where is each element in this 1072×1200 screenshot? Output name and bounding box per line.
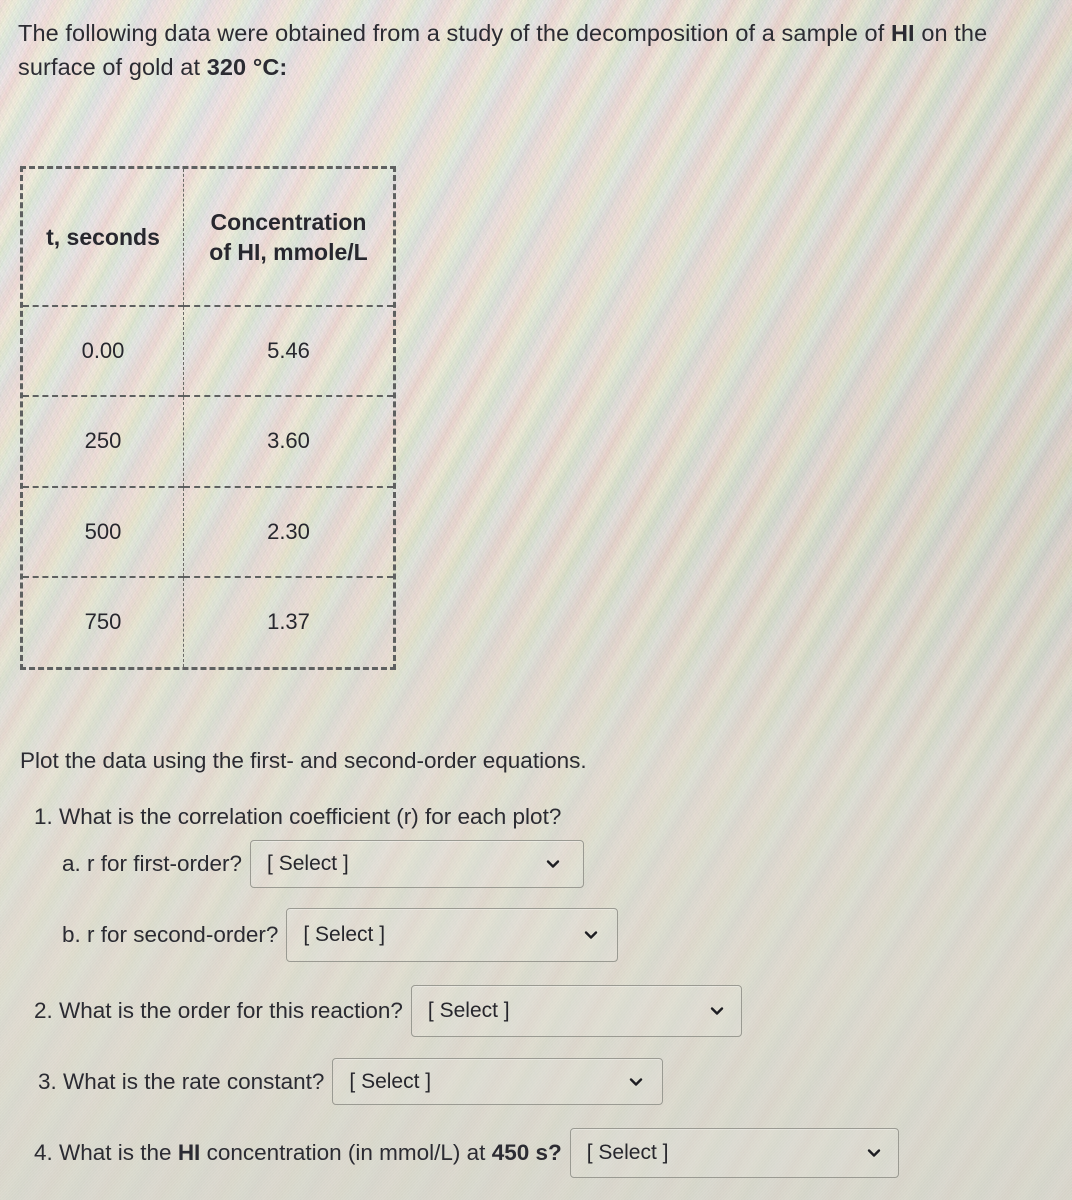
cell-time: 750	[23, 575, 184, 667]
select-r-second-order[interactable]: [ Select ]	[286, 908, 619, 962]
intro-hi-label: HI	[890, 20, 915, 46]
question-2-label: 2. What is the order for this reaction?	[34, 998, 403, 1023]
chevron-down-icon	[867, 1149, 880, 1157]
cell-time: 500	[23, 485, 184, 577]
table-row: 250 3.60	[23, 395, 393, 487]
table-header-row: t, seconds Concentration of HI, mmole/L	[23, 169, 393, 307]
chevron-down-icon	[585, 931, 598, 939]
intro-text-part1: The following data were obtained from a …	[18, 20, 891, 46]
chevron-down-icon	[546, 860, 560, 868]
question-1a-row: a. r for first-order? [ Select ]	[62, 840, 585, 888]
question-4-hi-label: HI	[177, 1140, 201, 1165]
table-row: 750 1.37	[23, 575, 393, 667]
select-rate-constant[interactable]: [ Select ]	[332, 1058, 664, 1105]
intro-paragraph: The following data were obtained from a …	[18, 16, 1058, 84]
select-hi-concentration[interactable]: [ Select ]	[569, 1128, 899, 1178]
cell-concentration: 2.30	[183, 485, 393, 577]
select-r-first-order[interactable]: [ Select ]	[250, 840, 585, 888]
question-4-label-part1: 4. What is the	[34, 1140, 178, 1165]
select-hi-concentration-value: [ Select ]	[586, 1141, 669, 1164]
question-4-time-label: 450 s?	[491, 1140, 562, 1165]
select-r-first-order-value: [ Select ]	[267, 852, 349, 875]
photographed-screen: The following data were obtained from a …	[0, 0, 1072, 1200]
select-r-second-order-value: [ Select ]	[303, 923, 386, 946]
question-1b-label: b. r for second-order?	[62, 922, 279, 947]
plot-instruction: Plot the data using the first- and secon…	[20, 748, 587, 773]
question-1a-label: a. r for first-order?	[62, 851, 243, 876]
question-3-label: 3. What is the rate constant?	[38, 1068, 325, 1094]
cell-concentration: 3.60	[183, 395, 393, 487]
question-4-row: 4. What is the HI concentration (in mmol…	[34, 1128, 899, 1178]
intro-temperature: 320 °C:	[206, 54, 288, 80]
question-content: The following data were obtained from a …	[0, 0, 1072, 1200]
table-row: 500 2.30	[23, 485, 393, 577]
cell-concentration: 5.46	[183, 306, 393, 397]
cell-concentration: 1.37	[183, 575, 393, 667]
table-row: 0.00 5.46	[23, 306, 393, 397]
select-rate-constant-value: [ Select ]	[349, 1069, 432, 1093]
question-1-heading: 1. What is the correlation coefficient (…	[34, 804, 562, 829]
select-reaction-order-value: [ Select ]	[427, 999, 510, 1022]
question-2-row: 2. What is the order for this reaction? …	[34, 985, 742, 1037]
table-header-time: t, seconds	[23, 169, 184, 307]
chevron-down-icon	[710, 1007, 724, 1015]
question-3-row: 3. What is the rate constant? [ Select ]	[38, 1058, 664, 1105]
table-header-concentration-line1: Concentration	[210, 209, 367, 235]
cell-time: 250	[23, 395, 184, 487]
question-1b-row: b. r for second-order? [ Select ]	[62, 908, 619, 962]
table-header-concentration-line2: of HI, mmole/L	[209, 239, 368, 265]
cell-time: 0.00	[81, 338, 125, 364]
question-4-label-part2: concentration (in mmol/L) at	[200, 1140, 492, 1165]
question-4-label: 4. What is the HI concentration (in mmol…	[34, 1140, 562, 1166]
select-reaction-order[interactable]: [ Select ]	[410, 985, 742, 1037]
data-table: t, seconds Concentration of HI, mmole/L …	[20, 166, 396, 670]
table-header-concentration: Concentration of HI, mmole/L	[183, 169, 393, 307]
chevron-down-icon	[630, 1077, 643, 1086]
